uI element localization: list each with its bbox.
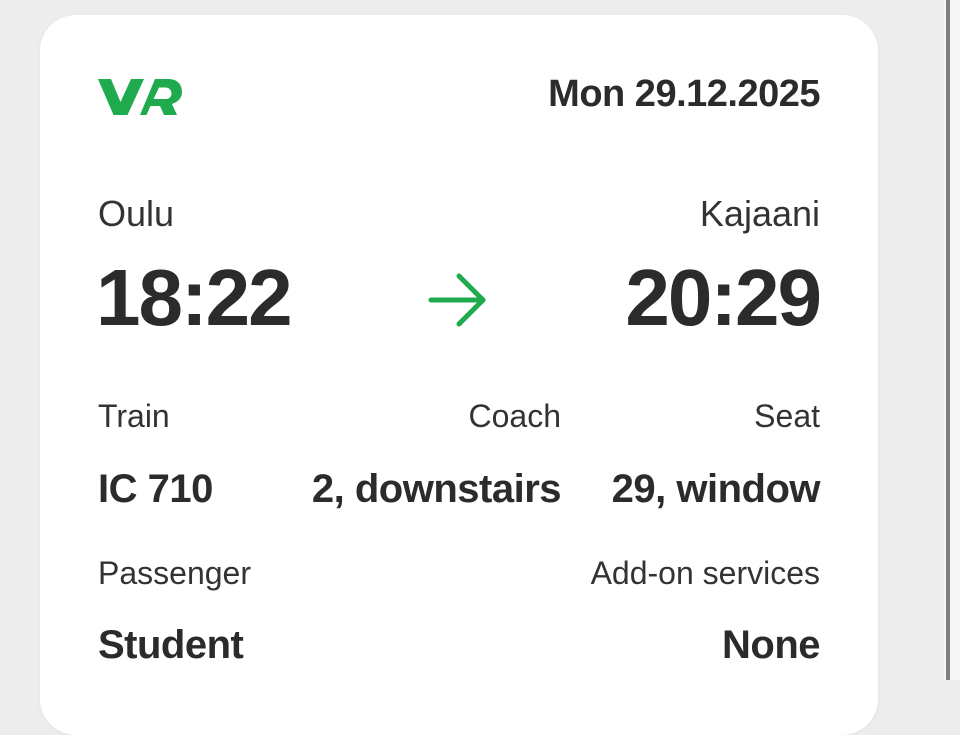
arrow-right-icon — [428, 273, 486, 327]
train-label: Train — [98, 398, 170, 434]
scrollbar-thumb[interactable] — [946, 0, 950, 680]
add-on-services-label: Add-on services — [590, 555, 820, 591]
coach-value: 2, downstairs — [311, 467, 562, 511]
seat-value: 29, window — [611, 467, 821, 511]
passenger-type: Student — [98, 623, 244, 667]
add-on-services-value: None — [722, 623, 821, 667]
train-number: IC 710 — [98, 467, 213, 511]
seat-label: Seat — [754, 398, 820, 434]
vr-logo — [98, 79, 182, 115]
scrollbar-rail[interactable] — [944, 0, 960, 680]
passenger-label: Passenger — [98, 555, 251, 591]
coach-label: Coach — [468, 398, 562, 434]
arrival-time: 20:29 — [625, 253, 822, 342]
departure-time: 18:22 — [96, 253, 293, 342]
ticket-card: Mon 29.12.2025 Oulu Kajaani 18:22 20:29 … — [40, 15, 878, 735]
departure-city: Oulu — [98, 193, 175, 234]
travel-date: Mon 29.12.2025 — [548, 73, 820, 115]
arrival-city: Kajaani — [699, 193, 820, 234]
